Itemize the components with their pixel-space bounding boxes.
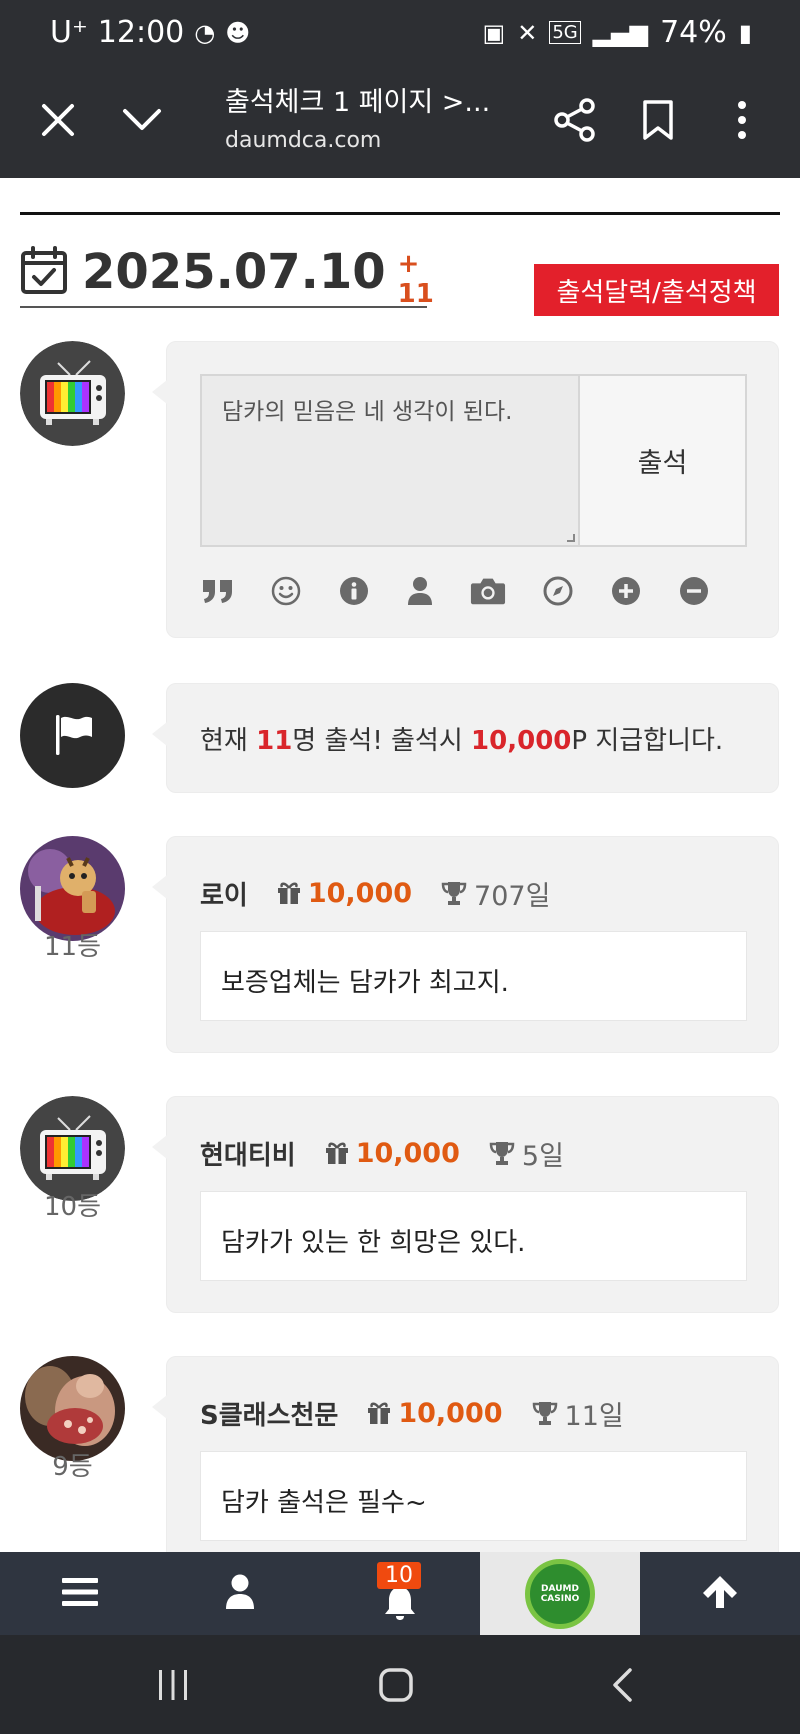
date-header: 2025.07.10 + 11 [20, 238, 434, 309]
minus-circle-icon[interactable] [676, 573, 712, 609]
rank-label: 11등 [43, 932, 101, 962]
streak-days: 11일 [564, 1400, 624, 1432]
alarm-icon: ◔ [194, 18, 216, 47]
notice-suffix: P 지급합니다. [571, 726, 724, 756]
avatar [20, 341, 125, 446]
scroll-top-button[interactable] [640, 1552, 800, 1635]
more-options-icon[interactable] [710, 88, 774, 152]
profile-button[interactable] [160, 1552, 320, 1635]
points-value: 10,000 [398, 1397, 503, 1429]
mute-icon: ✕ [517, 18, 538, 47]
user-name[interactable]: 현대티비 [200, 1135, 296, 1172]
signal-icon: ▂▄▆ [592, 18, 649, 47]
calendar-icon [20, 245, 68, 299]
comment-input[interactable]: 담카의 믿음은 네 생각이 된다. [200, 374, 580, 547]
rank-label: 10등 [43, 1192, 101, 1222]
attendance-entry: 로이 10,000 707일 보증업체는 담카가 최고지. [152, 836, 779, 1053]
chevron-down-icon[interactable] [110, 88, 174, 152]
attendance-message: 담카가 있는 한 희망은 있다. [200, 1191, 747, 1281]
recent-apps-icon[interactable] [143, 1657, 203, 1713]
arrow-up-icon [701, 1574, 739, 1614]
notice-count: 11 [256, 726, 293, 756]
plus-circle-icon[interactable] [608, 573, 644, 609]
attendance-submit-button[interactable]: 출석 [580, 374, 747, 547]
browser-chrome: U⁺ 12:00 ◔ ☻ ▣ ✕ 5G ▂▄▆ 74% ▮ 출석체크 1 페이지… [0, 0, 800, 178]
system-nav-bar [0, 1635, 800, 1734]
streak-days: 5일 [521, 1140, 564, 1172]
user-name[interactable]: 로이 [200, 875, 248, 912]
attendance-count-badge: + 11 [397, 249, 434, 309]
app-notification-icon: ☻ [225, 18, 251, 47]
notice-middle: 명 출석! 출석시 [292, 726, 472, 756]
trophy-icon [531, 1400, 559, 1426]
camera-icon[interactable] [470, 573, 506, 609]
page-content: 2025.07.10 + 11 출석달력/출석정책 담카의 믿음은 네 생각이 … [0, 178, 800, 1552]
quote-icon[interactable] [200, 573, 236, 609]
streak-days: 707일 [474, 880, 551, 912]
page-url[interactable]: daumdca.com [225, 128, 381, 153]
trophy-icon [488, 1140, 516, 1166]
flag-icon [48, 709, 98, 763]
site-bottom-nav: 10 DAUMD CASINO [0, 1552, 800, 1635]
attendance-message: 보증업체는 담카가 최고지. [200, 931, 747, 1021]
user-icon[interactable] [402, 573, 438, 609]
attendance-compose: 담카의 믿음은 네 생각이 된다. 출석 [152, 341, 779, 638]
attendance-notice: 현재 11명 출석! 출석시 10,000P 지급합니다. [152, 683, 779, 793]
notice-text: 현재 11명 출석! 출석시 10,000P 지급합니다. [200, 720, 723, 757]
attendance-entry: 현대티비 10,000 5일 담카가 있는 한 희망은 있다. [152, 1096, 779, 1313]
share-icon[interactable] [543, 88, 607, 152]
carrier-label: U⁺ [50, 15, 88, 50]
status-bar: U⁺ 12:00 ◔ ☻ ▣ ✕ 5G ▂▄▆ 74% ▮ [0, 0, 800, 66]
user-name[interactable]: S클래스천문 [200, 1395, 338, 1432]
gift-icon [276, 881, 302, 905]
attendance-date: 2025.07.10 [82, 244, 386, 300]
gift-icon [324, 1141, 350, 1165]
network-label: 5G [549, 21, 581, 44]
notice-prefix: 현재 [200, 726, 257, 756]
bell-icon [382, 1585, 418, 1625]
notification-badge: 10 [377, 1562, 421, 1589]
bookmark-icon[interactable] [626, 88, 690, 152]
notice-points: 10,000 [471, 726, 572, 756]
attendance-message: 담카 출석은 필수~ [200, 1451, 747, 1541]
clock: 12:00 [97, 15, 185, 50]
attendance-policy-button[interactable]: 출석달력/출석정책 [534, 264, 779, 316]
casino-logo-button[interactable]: DAUMD CASINO [480, 1552, 640, 1635]
trophy-icon [440, 880, 468, 906]
attendance-entry: S클래스천문 10,000 11일 담카 출석은 필수~ [152, 1356, 779, 1552]
menu-button[interactable] [0, 1552, 160, 1635]
close-icon[interactable] [26, 88, 90, 152]
hamburger-icon [62, 1576, 98, 1612]
smile-icon[interactable] [268, 573, 304, 609]
back-icon[interactable] [592, 1657, 652, 1713]
points-value: 10,000 [307, 877, 413, 909]
user-icon [225, 1574, 255, 1614]
battery-icon: ▮ [738, 18, 752, 47]
compose-toolbar [200, 573, 720, 613]
site-logo: DAUMD CASINO [525, 1558, 595, 1629]
page-title[interactable]: 출석체크 1 페이지 >... [225, 80, 490, 119]
divider [20, 212, 780, 215]
points-value: 10,000 [355, 1137, 460, 1169]
flag-avatar [20, 683, 125, 788]
battery-saver-icon: ▣ [482, 18, 506, 47]
rank-label: 9등 [52, 1452, 93, 1482]
browser-toolbar: 출석체크 1 페이지 >... daumdca.com [0, 66, 800, 178]
compass-icon[interactable] [540, 573, 576, 609]
home-icon[interactable] [366, 1657, 426, 1713]
gift-icon [366, 1401, 392, 1425]
battery-percent: 74% [660, 15, 727, 50]
info-icon[interactable] [336, 573, 372, 609]
